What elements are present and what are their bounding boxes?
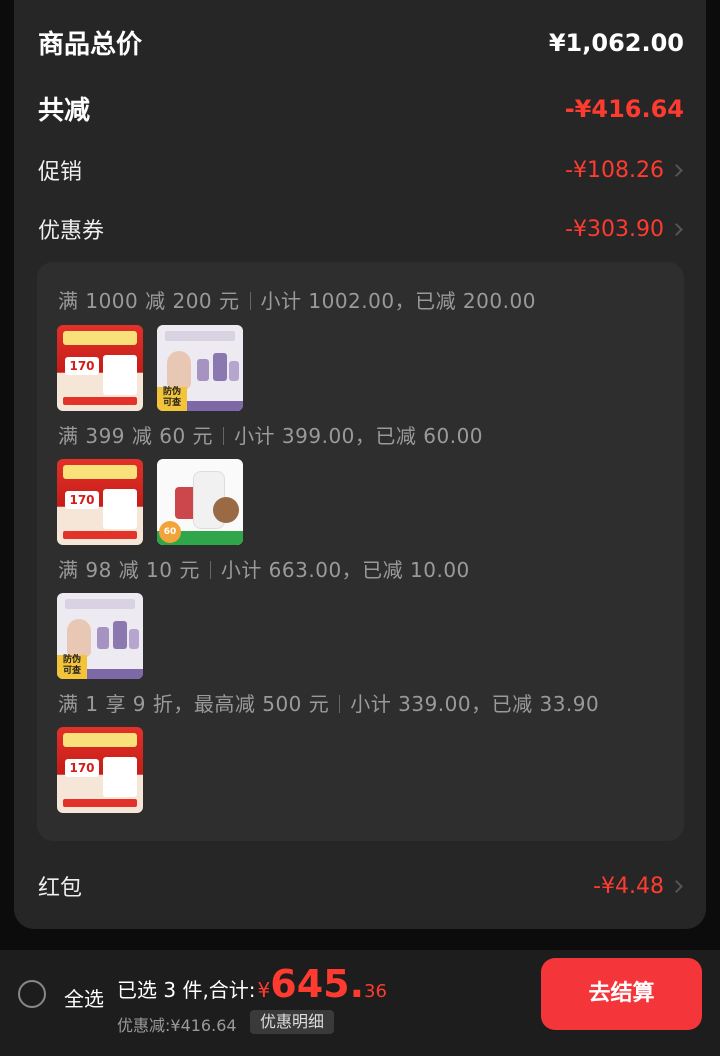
coupon-label: 优惠券 [38,219,105,244]
reduce-label: 共减 [38,96,91,126]
redpacket-label: 红包 [38,876,83,901]
coupon-rule-text: 满 1 享 9 折，最高减 500 元 [58,692,330,716]
reduce-row: 共减 -¥416.64 [38,90,684,127]
product-thumb-red-box[interactable]: 170 [57,325,143,411]
redpacket-row[interactable]: 红包 -¥4.48 [38,870,684,902]
total-value: ¥1,062.00 [548,28,684,57]
total-amount-cents: 36 [364,981,387,1002]
coupon-rule-text: 满 98 减 10 元 [58,558,200,582]
selected-count-text: 已选 3 件,合计: [117,978,256,1002]
coupon-rule-1: 满 1000 减 200 元小计 1002.00，已减 200.00 [58,285,536,314]
chevron-right-icon [670,163,684,177]
promo-label: 促销 [38,160,83,185]
coupon-rule-4: 满 1 享 9 折，最高减 500 元小计 339.00，已减 33.90 [58,688,599,717]
product-thumb-red-box[interactable]: 170 [57,459,143,545]
product-thumb-lilac-beauty[interactable]: 防伪 可查 [157,325,243,411]
product-thumb-lilac-beauty[interactable]: 防伪 可查 [57,593,143,679]
discount-detail-button[interactable]: 优惠明细 [250,1010,335,1034]
coupon-rule-text: 满 399 减 60 元 [58,424,214,448]
chevron-down-icon [670,222,684,236]
coupon-rule-detail: 小计 1002.00，已减 200.00 [260,289,536,313]
checkout-button[interactable]: 去结算 [541,958,702,1030]
chevron-right-icon [670,879,684,893]
coupon-rule-detail: 小计 399.00，已减 60.00 [234,424,484,448]
select-all-label[interactable]: 全选 [64,983,104,1012]
coupon-rule-3: 满 98 减 10 元小计 663.00，已减 10.00 [58,554,470,583]
total-row: 商品总价 ¥1,062.00 [38,24,684,61]
promo-value: -¥108.26 [565,157,664,183]
total-label: 商品总价 [38,30,143,60]
coupon-rule-text: 满 1000 减 200 元 [58,289,240,313]
reduce-value: -¥416.64 [564,94,684,123]
coupon-row[interactable]: 优惠券 -¥303.90 [38,213,684,245]
product-thumb-red-box[interactable]: 170 [57,727,143,813]
coupon-rule-2: 满 399 减 60 元小计 399.00，已减 60.00 [58,420,483,449]
coupon-value: -¥303.90 [565,216,664,242]
product-thumb-white-bottle[interactable]: 60 [157,459,243,545]
coupon-rule-detail: 小计 663.00，已减 10.00 [220,558,470,582]
discount-text: 优惠减:¥416.64 [117,1016,237,1035]
currency-symbol: ¥ [257,978,271,1002]
promo-row[interactable]: 促销 -¥108.26 [38,154,684,186]
select-all-radio[interactable] [18,980,46,1008]
coupon-rule-detail: 小计 339.00，已减 33.90 [350,692,600,716]
total-amount: 645. [270,962,365,1006]
redpacket-value: -¥4.48 [593,873,664,899]
order-summary: 已选 3 件,合计: ¥ 645. 36 [117,962,387,1006]
